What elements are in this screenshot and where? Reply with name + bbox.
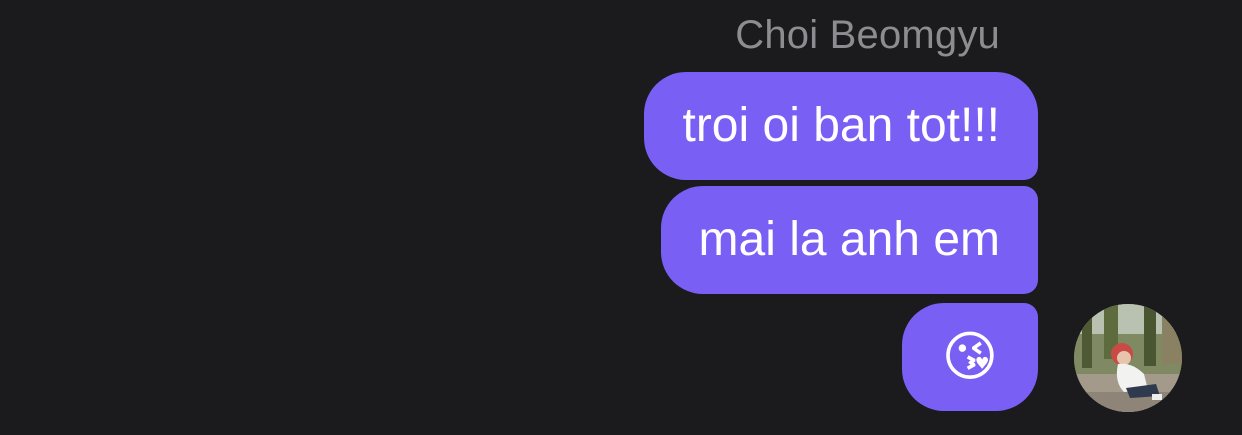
sender-name: Choi Beomgyu <box>735 13 1000 57</box>
message-bubble[interactable]: mai la anh em <box>660 186 1038 294</box>
sender-avatar[interactable] <box>1074 304 1182 412</box>
chat-thread: Choi Beomgyu troi oi ban tot!!! mai la a… <box>0 0 1242 435</box>
profile-photo <box>1074 304 1182 412</box>
message-bubble[interactable]: troi oi ban tot!!! <box>644 72 1038 180</box>
message-bubble-emoji[interactable]: 😘 <box>901 303 1038 411</box>
